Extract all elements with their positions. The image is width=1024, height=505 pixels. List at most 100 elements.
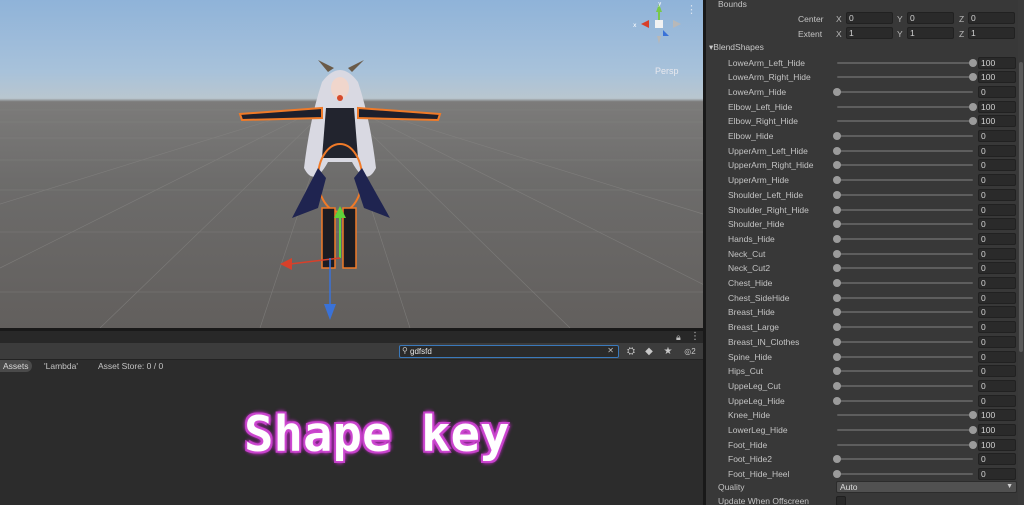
slider-thumb[interactable]	[969, 73, 977, 82]
blendshape-slider[interactable]	[833, 337, 973, 346]
slider-thumb[interactable]	[833, 293, 841, 302]
blendshape-value-field[interactable]: 0	[978, 218, 1016, 231]
blendshape-value-field[interactable]: 0	[978, 350, 1016, 363]
blendshape-slider[interactable]	[833, 220, 973, 229]
scope-asset-store-button[interactable]: Asset Store: 0 / 0	[98, 360, 163, 372]
blendshape-slider[interactable]	[837, 440, 977, 449]
blendshape-slider[interactable]	[833, 249, 973, 258]
slider-thumb[interactable]	[833, 455, 841, 464]
ellipsis-icon[interactable]: ⋮	[686, 5, 697, 16]
blendshape-slider[interactable]	[833, 190, 973, 199]
blendshape-slider[interactable]	[833, 146, 973, 155]
blendshape-value-field[interactable]: 0	[978, 394, 1016, 407]
blendshape-slider[interactable]	[833, 455, 973, 464]
filter-by-type-icon[interactable]: ⛭	[622, 345, 640, 358]
blendshape-value-field[interactable]: 100	[978, 409, 1016, 422]
blendshape-value-field[interactable]: 0	[978, 277, 1016, 289]
blendshape-value-field[interactable]: 0	[978, 85, 1016, 98]
blendshape-value-field[interactable]: 0	[978, 174, 1016, 187]
avatar-model[interactable]	[230, 58, 450, 328]
blendshape-value-field[interactable]: 0	[978, 144, 1016, 157]
slider-thumb[interactable]	[833, 396, 841, 405]
blendshape-value-field[interactable]: 0	[978, 232, 1016, 245]
blendshape-slider[interactable]	[833, 293, 973, 302]
blendshape-slider[interactable]	[833, 396, 973, 405]
blendshape-value-field[interactable]: 100	[978, 71, 1016, 84]
blendshape-slider[interactable]	[837, 102, 977, 111]
slider-thumb[interactable]	[833, 161, 841, 170]
slider-thumb[interactable]	[833, 264, 841, 273]
perspective-label[interactable]: Persp	[655, 66, 679, 76]
blendshape-slider[interactable]	[833, 381, 973, 390]
blendshape-slider[interactable]	[833, 264, 973, 273]
blendshape-slider[interactable]	[837, 58, 977, 67]
inspector-scrollbar[interactable]	[1018, 0, 1024, 505]
blendshape-value-field[interactable]: 0	[978, 453, 1016, 466]
slider-thumb[interactable]	[833, 205, 841, 214]
center-y-field[interactable]: 0	[907, 12, 954, 24]
update-offscreen-checkbox[interactable]	[836, 496, 846, 505]
blendshape-slider[interactable]	[833, 176, 973, 185]
blendshape-slider[interactable]	[837, 117, 977, 126]
slider-thumb[interactable]	[833, 234, 841, 243]
slider-thumb[interactable]	[833, 323, 841, 332]
slider-thumb[interactable]	[833, 352, 841, 361]
slider-thumb[interactable]	[833, 470, 841, 479]
blendshape-value-field[interactable]: 0	[978, 306, 1016, 319]
blendshape-slider[interactable]	[833, 323, 973, 332]
blendshape-slider[interactable]	[837, 426, 977, 434]
blendshape-slider[interactable]	[837, 73, 977, 82]
blendshape-slider[interactable]	[833, 470, 973, 479]
slider-thumb[interactable]	[833, 367, 841, 376]
quality-dropdown[interactable]: Auto ▼	[836, 481, 1017, 493]
blendshape-slider[interactable]	[837, 411, 977, 420]
blendshape-value-field[interactable]: 100	[978, 100, 1016, 113]
slider-thumb[interactable]	[833, 381, 841, 390]
hidden-packages-toggle[interactable]: ◎2	[679, 345, 701, 358]
blendshape-value-field[interactable]: 0	[978, 247, 1016, 260]
blendshape-value-field[interactable]: 0	[978, 188, 1016, 201]
slider-thumb[interactable]	[969, 440, 977, 449]
blendshape-value-field[interactable]: 0	[978, 159, 1016, 172]
slider-thumb[interactable]	[833, 308, 841, 317]
slider-thumb[interactable]	[833, 220, 841, 229]
blendshape-value-field[interactable]: 0	[978, 203, 1016, 216]
more-menu-icon[interactable]: ⋮	[690, 331, 700, 342]
slider-thumb[interactable]	[833, 176, 841, 185]
extent-y-field[interactable]: 1	[907, 27, 954, 39]
scope-folder-button[interactable]: 'Lambda'	[44, 360, 78, 372]
blendshape-slider[interactable]	[833, 279, 973, 287]
blendshape-value-field[interactable]: 100	[978, 424, 1016, 436]
blendshape-slider[interactable]	[833, 205, 973, 214]
filter-by-label-icon[interactable]: ◆	[640, 345, 658, 358]
blendshape-value-field[interactable]: 0	[978, 321, 1016, 334]
slider-thumb[interactable]	[833, 337, 841, 346]
blendshape-slider[interactable]	[833, 234, 973, 243]
orientation-gizmo[interactable]: y x	[631, 2, 691, 52]
blendshape-slider[interactable]	[833, 367, 973, 376]
extent-x-field[interactable]: 1	[846, 27, 893, 39]
blendshape-value-field[interactable]: 0	[978, 365, 1016, 378]
blendshape-slider[interactable]	[833, 132, 973, 140]
blendshape-value-field[interactable]: 100	[978, 56, 1016, 69]
blendshape-value-field[interactable]: 0	[978, 335, 1016, 348]
extent-z-field[interactable]: 1	[968, 27, 1015, 39]
blendshapes-foldout[interactable]: ▾BlendShapes	[709, 42, 764, 53]
blendshape-value-field[interactable]: 0	[978, 468, 1016, 481]
blendshape-value-field[interactable]: 100	[978, 115, 1016, 128]
blendshape-slider[interactable]	[833, 161, 973, 170]
slider-thumb[interactable]	[969, 426, 977, 434]
center-x-field[interactable]: 0	[846, 12, 893, 24]
blendshape-slider[interactable]	[833, 352, 973, 361]
slider-thumb[interactable]	[833, 190, 841, 199]
blendshape-slider[interactable]	[833, 308, 973, 317]
blendshape-value-field[interactable]: 0	[978, 291, 1016, 304]
slider-thumb[interactable]	[833, 132, 841, 140]
slider-thumb[interactable]	[969, 58, 977, 67]
slider-thumb[interactable]	[833, 249, 841, 258]
search-input[interactable]: ⚲ gdfsfd ✕	[399, 345, 619, 358]
blendshape-value-field[interactable]: 0	[978, 379, 1016, 392]
blendshape-value-field[interactable]: 0	[978, 130, 1016, 142]
scope-assets-button[interactable]: Assets	[0, 360, 32, 372]
scene-view[interactable]: y x ⋮ Persp	[0, 0, 703, 328]
